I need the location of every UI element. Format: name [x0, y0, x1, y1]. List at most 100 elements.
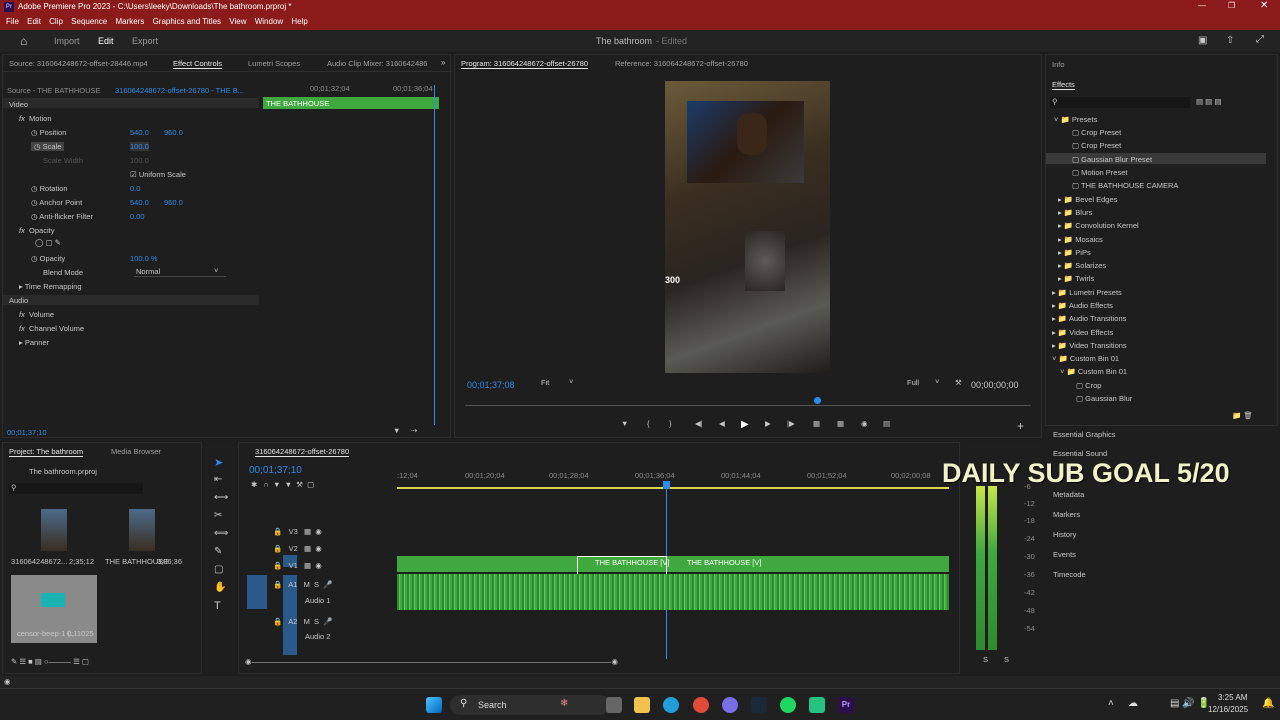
- timeline-timecode[interactable]: 00;01;37;10: [249, 465, 302, 476]
- folder-bevel-edges[interactable]: ▸ 📁 Bevel Edges: [1058, 195, 1117, 204]
- clock-time[interactable]: 3:25 AM: [1218, 693, 1247, 702]
- scale-label[interactable]: ◷ Scale: [31, 142, 65, 151]
- track-v3[interactable]: 🔒 V3 ▦ ◉: [273, 527, 322, 536]
- preset-motion[interactable]: ▢ Motion Preset: [1072, 168, 1127, 177]
- menu-help[interactable]: Help: [291, 14, 307, 30]
- menu-sequence[interactable]: Sequence: [71, 14, 107, 30]
- history-tab[interactable]: History: [1053, 530, 1076, 539]
- audio-clip-mixer-tab[interactable]: Audio Clip Mixer: 3160642486: [327, 59, 427, 68]
- antiflicker-value[interactable]: 0.00: [130, 212, 145, 221]
- menu-markers[interactable]: Markers: [115, 14, 144, 30]
- volume-effect[interactable]: fx Volume: [19, 310, 54, 319]
- a1-source-patch[interactable]: [247, 575, 267, 609]
- custom-gaussian-blur[interactable]: ▢ Gaussian Blur: [1076, 394, 1132, 403]
- timeline-tool-icons[interactable]: ✱ ∩ ▼ ▼ ⚒ ▢: [251, 480, 314, 489]
- chrome-icon[interactable]: [693, 697, 709, 713]
- master-clip[interactable]: Source - THE BATHHOUSE: [7, 86, 101, 95]
- compare-icon[interactable]: ▤: [883, 419, 890, 428]
- timeline-ruler[interactable]: :12;04 00;01;20;04 00;01;28;04 00;01;36;…: [397, 471, 949, 483]
- clip-label-2[interactable]: THE BATHHOUSE [V]: [687, 558, 761, 567]
- preset-crop-2[interactable]: ▢ Crop Preset: [1072, 141, 1121, 150]
- mask-tools[interactable]: ◯ ▢ ✎: [35, 238, 61, 247]
- source-tab[interactable]: Source: 316064248672-offset-28446.mp4: [9, 59, 148, 68]
- preset-bathhouse-camera[interactable]: ▢ THE BATHHOUSE CAMERA: [1072, 181, 1178, 190]
- mark-out-icon[interactable]: }: [669, 419, 672, 428]
- selection-tool[interactable]: ➤: [214, 456, 223, 469]
- fullscreen-icon[interactable]: ⤢: [1256, 34, 1264, 45]
- folder-lumetri-presets[interactable]: ▸ 📁 Lumetri Presets: [1052, 288, 1122, 297]
- position-x[interactable]: 540.0: [130, 128, 149, 137]
- track-v2[interactable]: 🔒 V2 ▦ ◉: [273, 544, 322, 553]
- menu-file[interactable]: File: [6, 14, 19, 30]
- spotify-icon[interactable]: [780, 697, 796, 713]
- start-icon[interactable]: [426, 697, 442, 713]
- solo-right[interactable]: S: [1004, 655, 1009, 664]
- edge-icon[interactable]: [663, 697, 679, 713]
- blend-mode-select[interactable]: Normal ˅: [134, 266, 226, 277]
- folder-twirls[interactable]: ▸ 📁 Twirls: [1058, 274, 1094, 283]
- reference-tab[interactable]: Reference: 316064248672-offset-26780: [615, 59, 748, 68]
- preset-crop-1[interactable]: ▢ Crop Preset: [1072, 128, 1121, 137]
- new-bin-icon[interactable]: 📁 🗑: [1232, 411, 1253, 420]
- preset-gaussian-blur[interactable]: ▢ Gaussian Blur Preset: [1072, 155, 1152, 164]
- track-v1[interactable]: 🔒 V1 ▦ ◉: [273, 561, 322, 570]
- anchor-x[interactable]: 540.0: [130, 198, 149, 207]
- program-scrub-bar[interactable]: [465, 405, 1031, 406]
- track-a1[interactable]: 🔒 A1 M S 🎤: [273, 580, 333, 589]
- program-timecode[interactable]: 00;01;37;08: [467, 380, 515, 390]
- sequence-clip[interactable]: 316064248672-offset-26780 - THE B...: [115, 86, 244, 95]
- folder-video-transitions[interactable]: ▸ 📁 Video Transitions: [1052, 341, 1127, 350]
- mark-in-icon[interactable]: {: [647, 419, 650, 428]
- media-browser-tab[interactable]: Media Browser: [111, 447, 161, 456]
- uniform-scale-checkbox[interactable]: ☑ Uniform Scale: [130, 170, 186, 179]
- work-area-bar[interactable]: [397, 487, 949, 489]
- folder-solarizes[interactable]: ▸ 📁 Solarizes: [1058, 261, 1106, 270]
- export-frame-icon[interactable]: ⇢: [411, 426, 417, 435]
- track-select-tool[interactable]: ⇤: [214, 474, 222, 485]
- timeline-scroll[interactable]: ◉———————————————————————————————————————…: [245, 657, 618, 666]
- maximize-button[interactable]: ❐: [1228, 1, 1235, 10]
- project-tab[interactable]: Project: The bathroom: [9, 447, 84, 457]
- custom-bin-sub[interactable]: ˅ 📁 Custom Bin 01: [1060, 367, 1127, 376]
- folder-convolution[interactable]: ▸ 📁 Convolution Kernel: [1058, 221, 1139, 230]
- folder-custom-bin[interactable]: ˅ 📁 Custom Bin 01: [1052, 354, 1119, 363]
- menu-view[interactable]: View: [229, 14, 246, 30]
- clock-date[interactable]: 12/16/2025: [1208, 705, 1248, 714]
- effects-search[interactable]: ⚲: [1050, 97, 1190, 108]
- menu-clip[interactable]: Clip: [49, 14, 63, 30]
- steam-icon[interactable]: [751, 697, 767, 713]
- timecode-tab[interactable]: Timecode: [1053, 570, 1086, 579]
- clip-thumbnail-1[interactable]: [41, 509, 67, 551]
- pen-tool[interactable]: ✎: [214, 546, 222, 557]
- anchor-y[interactable]: 960.0: [164, 198, 183, 207]
- ripple-tool[interactable]: ⟷: [214, 492, 228, 503]
- tray-chevron-icon[interactable]: ˄: [1108, 698, 1114, 709]
- program-tab[interactable]: Program: 316064248672-offset-26780: [461, 59, 589, 69]
- project-view-icons[interactable]: ✎ ☰ ■ ▤ ○——— ☰ ▢: [11, 657, 89, 666]
- folder-audio-effects[interactable]: ▸ 📁 Audio Effects: [1052, 301, 1113, 310]
- video-track-clips[interactable]: [397, 556, 949, 572]
- wrench-icon[interactable]: ⚒: [955, 378, 962, 387]
- network-icon[interactable]: ▤ 🔊 🔋: [1170, 698, 1210, 709]
- opacity-group[interactable]: fx Opacity: [19, 226, 54, 235]
- taskbar-search[interactable]: ⚲ Search ❄: [450, 695, 610, 715]
- minimize-button[interactable]: —: [1198, 1, 1206, 10]
- menu-edit[interactable]: Edit: [27, 14, 41, 30]
- extract-icon[interactable]: ▦: [837, 419, 844, 428]
- menu-graphics[interactable]: Graphics and Titles: [153, 14, 221, 30]
- custom-crop[interactable]: ▢ Crop: [1076, 381, 1101, 390]
- motion-label[interactable]: fx Motion: [19, 114, 52, 123]
- go-to-in-icon[interactable]: ◀|: [695, 419, 703, 428]
- accelerated-icon[interactable]: ▤ ▤ ▤: [1196, 97, 1221, 106]
- tray-app-icon[interactable]: ☁: [1128, 698, 1138, 709]
- premiere-icon[interactable]: Pr: [838, 697, 854, 713]
- slip-tool[interactable]: ⟺: [214, 528, 228, 539]
- hand-tool[interactable]: ✋: [214, 582, 226, 593]
- ec-timecode[interactable]: 00;01;37;10: [7, 428, 47, 437]
- track-a2[interactable]: 🔒 A2 M S 🎤: [273, 617, 333, 626]
- lumetri-scopes-tab[interactable]: Lumetri Scopes: [248, 59, 300, 68]
- filter-icon[interactable]: ▼: [393, 426, 400, 435]
- lift-icon[interactable]: ▦: [813, 419, 820, 428]
- close-button[interactable]: ✕: [1260, 0, 1268, 11]
- folder-blurs[interactable]: ▸ 📁 Blurs: [1058, 208, 1092, 217]
